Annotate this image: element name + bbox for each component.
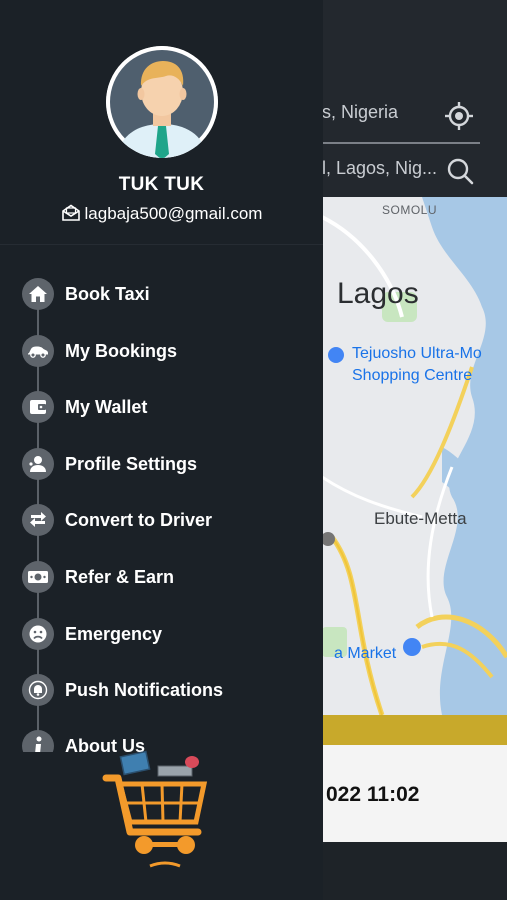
menu-item-profile-settings[interactable]: Profile Settings [22,448,312,482]
avatar[interactable] [106,46,218,158]
menu-item-label: Push Notifications [65,680,224,700]
info-icon [22,730,54,752]
booking-date: 022 11:02 [326,783,420,806]
map-poi-line-2: Shopping Centre [352,367,473,384]
menu-item-label: Book Taxi [65,284,150,304]
car-icon [22,335,54,367]
booking-card[interactable]: 022 11:02 [322,745,507,842]
user-settings-icon [22,448,54,480]
envelope-icon [61,204,81,227]
user-email-row: lagbaja500@gmail.com [0,204,323,227]
bell-icon [22,674,54,706]
emergency-face-icon [22,618,54,650]
shopping-cart-logo [100,748,210,872]
menu-item-push-notifications[interactable]: Push Notifications [22,674,312,708]
menu-item-refer-and-earn[interactable]: Refer & Earn [22,561,312,595]
drawer-menu: Book Taxi My Bookings My Wallet Profile … [0,264,323,752]
menu-item-convert-to-driver[interactable]: Convert to Driver [22,504,312,538]
menu-item-my-bookings[interactable]: My Bookings [22,335,312,369]
home-icon [22,278,54,310]
search-icon[interactable] [446,157,474,190]
menu-item-book-taxi[interactable]: Book Taxi [22,278,312,312]
field-divider [322,142,480,144]
map-city-label: Lagos [337,277,419,310]
menu-item-label: Refer & Earn [65,567,175,587]
drawer-header: TUK TUK lagbaja500@gmail.com [0,0,323,245]
map-view[interactable]: SOMOLU Lagos Tejuosho Ultra-Mo Shopping … [322,197,507,715]
menu-item-label: My Wallet [65,397,148,417]
menu-item-label: Profile Settings [65,454,198,474]
navigation-drawer: TUK TUK lagbaja500@gmail.com Book Taxi M… [0,0,323,900]
map-area-label: SOMOLU [382,203,438,217]
money-icon [22,561,54,593]
wallet-icon [22,391,54,423]
bottom-strip [322,842,507,900]
booking-status-bar [322,715,507,745]
menu-item-label: My Bookings [65,341,178,361]
menu-item-emergency[interactable]: Emergency [22,618,312,652]
menu-item-label: Convert to Driver [65,510,213,530]
user-name: TUK TUK [118,174,205,195]
user-email: lagbaja500@gmail.com [84,204,263,223]
menu-item-my-wallet[interactable]: My Wallet [22,391,312,425]
map-poi-line-1: Tejuosho Ultra-Mo [352,345,482,362]
menu-item-label: Emergency [65,624,163,644]
swap-icon [22,504,54,536]
map-poi-market[interactable]: a Market [334,643,396,665]
gps-target-icon[interactable] [444,101,474,136]
map-poi-shopping-centre[interactable]: Tejuosho Ultra-Mo Shopping Centre [352,343,482,387]
map-area-label-2: Ebute-Metta [374,509,467,528]
